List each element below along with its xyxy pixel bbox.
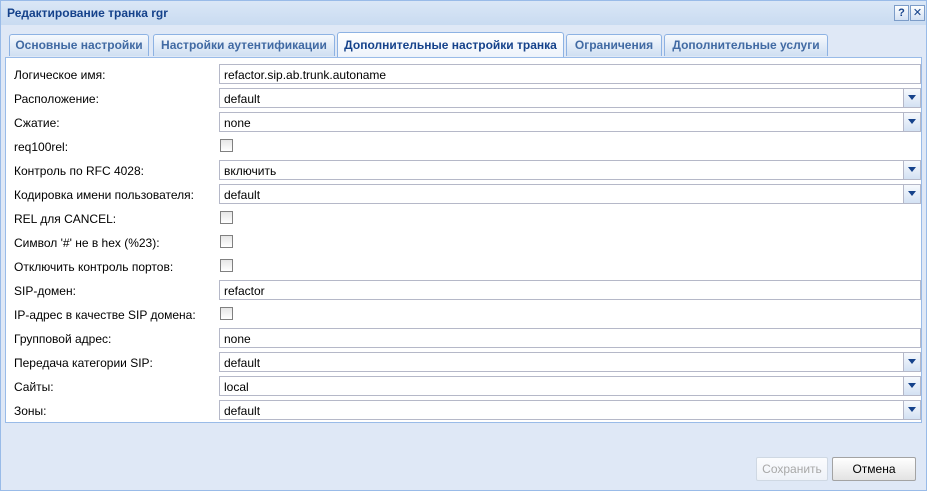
logical-name-input[interactable]: refactor.sip.ab.trunk.autoname [219,64,921,84]
group-address-input[interactable]: none [219,328,921,348]
group-address-label: Групповой адрес: [14,332,112,346]
cancel-button[interactable]: Отмена [832,457,916,481]
rfc4028-label: Контроль по RFC 4028: [14,164,144,178]
chevron-down-icon[interactable] [903,401,920,419]
row-sites: Сайты: local [6,376,921,398]
chevron-down-icon[interactable] [903,353,920,371]
disable-port-control-checkbox[interactable] [220,259,233,272]
row-sip-category: Передача категории SIP: default [6,352,921,374]
req100rel-checkbox[interactable] [220,139,233,152]
row-zones: Зоны: default [6,400,921,422]
row-req100rel: req100rel: [6,136,921,158]
row-rfc4028: Контроль по RFC 4028: включить [6,160,921,182]
location-label: Расположение: [14,92,99,106]
logical-name-value: refactor.sip.ab.trunk.autoname [224,68,387,82]
chevron-down-icon[interactable] [903,377,920,395]
sip-category-select[interactable]: default [219,352,921,372]
disable-port-control-label: Отключить контроль портов: [14,260,174,274]
row-username-encoding: Кодировка имени пользователя: default [6,184,921,206]
row-group-address: Групповой адрес: none [6,328,921,350]
row-compression: Сжатие: none [6,112,921,134]
chevron-down-icon[interactable] [903,113,920,131]
close-icon[interactable]: ✕ [910,5,925,21]
rfc4028-select[interactable]: включить [219,160,921,180]
row-sip-domain: SIP-домен: refactor [6,280,921,302]
zones-label: Зоны: [14,404,47,418]
compression-select[interactable]: none [219,112,921,132]
sip-domain-input[interactable]: refactor [219,280,921,300]
req100rel-label: req100rel: [14,140,69,154]
sites-label: Сайты: [14,380,54,394]
row-hash-not-hex: Символ '#' не в hex (%23): [6,232,921,254]
row-location: Расположение: default [6,88,921,110]
dialog-title: Редактирование транка rgr [7,6,168,20]
tab-advanced-trunk-settings[interactable]: Дополнительные настройки транка [337,32,564,57]
sites-value: local [224,380,249,394]
sip-category-value: default [224,356,261,370]
zones-select[interactable]: default [219,400,921,420]
rfc4028-value: включить [224,164,277,178]
row-disable-port-control: Отключить контроль портов: [6,256,921,278]
save-button[interactable]: Сохранить [756,457,828,481]
tab-restrictions[interactable]: Ограничения [566,34,662,56]
compression-value: none [224,116,251,130]
hash-not-hex-label: Символ '#' не в hex (%23): [14,236,160,250]
chevron-down-icon[interactable] [903,185,920,203]
rel-for-cancel-label: REL для CANCEL: [14,212,117,226]
tab-additional-services[interactable]: Дополнительные услуги [664,34,828,56]
row-ip-as-sip-domain: IP-адрес в качестве SIP домена: [6,304,921,326]
rel-for-cancel-checkbox[interactable] [220,211,233,224]
sip-domain-label: SIP-домен: [14,284,76,298]
help-icon[interactable]: ? [894,5,909,21]
location-select[interactable]: default [219,88,921,108]
edit-trunk-dialog: Редактирование транка rgr ? ✕ Основные н… [0,0,927,491]
zones-value: default [224,404,261,418]
group-address-value: none [224,332,251,346]
chevron-down-icon[interactable] [903,89,920,107]
sites-select[interactable]: local [219,376,921,396]
row-rel-for-cancel: REL для CANCEL: [6,208,921,230]
dialog-titlebar[interactable]: Редактирование транка rgr ? ✕ [1,1,926,25]
username-encoding-label: Кодировка имени пользователя: [14,188,194,202]
tab-authentication-settings[interactable]: Настройки аутентификации [153,34,335,56]
sip-category-label: Передача категории SIP: [14,356,153,370]
hash-not-hex-checkbox[interactable] [220,235,233,248]
username-encoding-value: default [224,188,261,202]
tab-bar: Основные настройки Настройки аутентифика… [5,25,922,58]
sip-domain-value: refactor [224,284,265,298]
username-encoding-select[interactable]: default [219,184,921,204]
settings-form: Логическое имя: refactor.sip.ab.trunk.au… [5,58,922,423]
compression-label: Сжатие: [14,116,60,130]
tab-basic-settings[interactable]: Основные настройки [9,34,149,56]
logical-name-label: Логическое имя: [14,68,106,82]
ip-as-sip-domain-checkbox[interactable] [220,307,233,320]
chevron-down-icon[interactable] [903,161,920,179]
location-value: default [224,92,261,106]
ip-as-sip-domain-label: IP-адрес в качестве SIP домена: [14,308,196,322]
row-logical-name: Логическое имя: refactor.sip.ab.trunk.au… [6,64,921,86]
